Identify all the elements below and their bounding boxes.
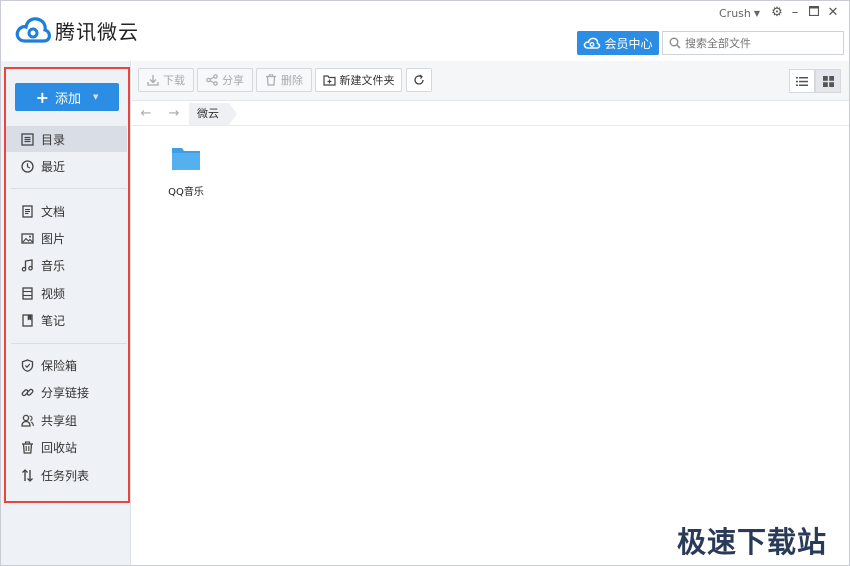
sidebar-item-label: 分享链接 bbox=[41, 385, 90, 400]
refresh-button[interactable] bbox=[406, 68, 432, 92]
image-icon bbox=[20, 231, 34, 245]
sidebar-item-label: 共享组 bbox=[41, 413, 78, 428]
delete-button[interactable]: 删除 bbox=[256, 68, 312, 92]
sidebar-item-catalog[interactable]: 目录 bbox=[6, 126, 127, 152]
app-title: 腾讯微云 bbox=[55, 19, 139, 44]
cloud-logo-icon bbox=[15, 17, 51, 43]
sidebar-item-label: 笔记 bbox=[41, 313, 66, 328]
trash-icon bbox=[20, 440, 34, 454]
share-label: 分享 bbox=[222, 74, 244, 87]
sidebar-item-label: 视频 bbox=[41, 286, 66, 301]
link-icon bbox=[20, 385, 34, 399]
download-icon bbox=[147, 75, 159, 86]
delete-label: 删除 bbox=[281, 74, 303, 87]
minimize-button[interactable]: – bbox=[787, 5, 803, 21]
user-menu[interactable]: Crush ▼ bbox=[719, 7, 760, 20]
vip-center-label: 会员中心 bbox=[604, 36, 653, 51]
clock-icon bbox=[20, 159, 34, 173]
search-icon bbox=[669, 37, 681, 49]
grid-view-button[interactable] bbox=[815, 69, 841, 93]
sidebar-item-documents[interactable]: 文档 bbox=[6, 198, 127, 224]
sidebar-item-label: 回收站 bbox=[41, 440, 78, 455]
breadcrumb: ← → 微云 bbox=[132, 102, 849, 126]
app-window: 腾讯微云 Crush ▼ ⚙ – ✕ 会员中心 + bbox=[0, 0, 850, 566]
share-button[interactable]: 分享 bbox=[197, 68, 253, 92]
username: Crush bbox=[719, 7, 751, 20]
sidebar-item-safe[interactable]: 保险箱 bbox=[6, 352, 127, 378]
add-button-label: 添加 bbox=[55, 91, 82, 107]
maximize-button[interactable] bbox=[806, 5, 822, 21]
trash-icon bbox=[266, 74, 276, 86]
watermark-text: 极速下载站 bbox=[677, 525, 828, 559]
toolbar: 下载 分享 删除 新建文件夹 bbox=[132, 61, 849, 101]
sidebar-item-share-links[interactable]: 分享链接 bbox=[6, 379, 127, 405]
note-icon bbox=[20, 313, 34, 327]
title-bar: 腾讯微云 Crush ▼ ⚙ – ✕ 会员中心 bbox=[1, 1, 849, 61]
sidebar-item-recent[interactable]: 最近 bbox=[6, 153, 127, 179]
music-icon bbox=[20, 258, 34, 272]
forward-arrow-icon[interactable]: → bbox=[166, 106, 182, 122]
sidebar-item-recycle-bin[interactable]: 回收站 bbox=[6, 434, 127, 460]
folder-icon bbox=[172, 148, 200, 170]
new-folder-icon bbox=[322, 75, 336, 86]
new-folder-button[interactable]: 新建文件夹 bbox=[315, 68, 402, 92]
back-arrow-icon[interactable]: ← bbox=[138, 106, 154, 122]
search-input[interactable] bbox=[685, 36, 835, 50]
chevron-down-icon: ▼ bbox=[93, 93, 99, 101]
list-icon bbox=[20, 132, 34, 146]
vip-center-button[interactable]: 会员中心 bbox=[577, 31, 659, 55]
file-name: QQ音乐 bbox=[168, 187, 204, 198]
chevron-down-icon: ▼ bbox=[753, 9, 761, 18]
breadcrumb-item-root[interactable]: 微云 bbox=[189, 103, 237, 125]
list-view-button[interactable] bbox=[789, 69, 815, 93]
sidebar-item-share-group[interactable]: 共享组 bbox=[6, 407, 127, 433]
sidebar-item-label: 文档 bbox=[41, 204, 66, 219]
sidebar-item-music[interactable]: 音乐 bbox=[6, 252, 127, 278]
video-icon bbox=[20, 286, 34, 300]
share-icon bbox=[206, 74, 218, 86]
refresh-icon bbox=[414, 74, 424, 85]
list-view-icon bbox=[796, 76, 808, 86]
cloud-vip-icon bbox=[584, 37, 601, 49]
shield-icon bbox=[20, 358, 34, 372]
file-grid: QQ音乐 bbox=[132, 127, 849, 565]
plus-icon: + bbox=[35, 87, 49, 107]
sidebar-divider bbox=[11, 343, 127, 344]
transfer-icon bbox=[20, 468, 34, 482]
sidebar-item-label: 目录 bbox=[41, 132, 66, 147]
group-icon bbox=[20, 413, 34, 427]
grid-view-icon bbox=[822, 75, 834, 87]
add-button[interactable]: + 添加 ▼ bbox=[15, 83, 119, 111]
settings-gear-icon[interactable]: ⚙ bbox=[769, 5, 785, 21]
sidebar-item-tasks[interactable]: 任务列表 bbox=[6, 462, 127, 488]
app-logo: 腾讯微云 bbox=[15, 15, 139, 45]
sidebar-item-label: 图片 bbox=[41, 231, 66, 246]
document-icon bbox=[20, 204, 34, 218]
new-folder-label: 新建文件夹 bbox=[339, 74, 395, 87]
close-button[interactable]: ✕ bbox=[825, 5, 841, 21]
sidebar-item-notes[interactable]: 笔记 bbox=[6, 307, 127, 333]
sidebar-item-videos[interactable]: 视频 bbox=[6, 280, 127, 306]
sidebar-item-label: 保险箱 bbox=[41, 358, 78, 373]
download-label: 下载 bbox=[163, 74, 185, 87]
search-box[interactable] bbox=[662, 31, 844, 55]
sidebar-item-label: 最近 bbox=[41, 159, 66, 174]
file-item-folder[interactable]: QQ音乐 bbox=[158, 145, 214, 198]
sidebar-item-images[interactable]: 图片 bbox=[6, 225, 127, 251]
sidebar-item-label: 音乐 bbox=[41, 258, 66, 273]
download-button[interactable]: 下载 bbox=[138, 68, 194, 92]
sidebar-item-label: 任务列表 bbox=[41, 468, 90, 483]
sidebar-divider bbox=[11, 188, 127, 189]
